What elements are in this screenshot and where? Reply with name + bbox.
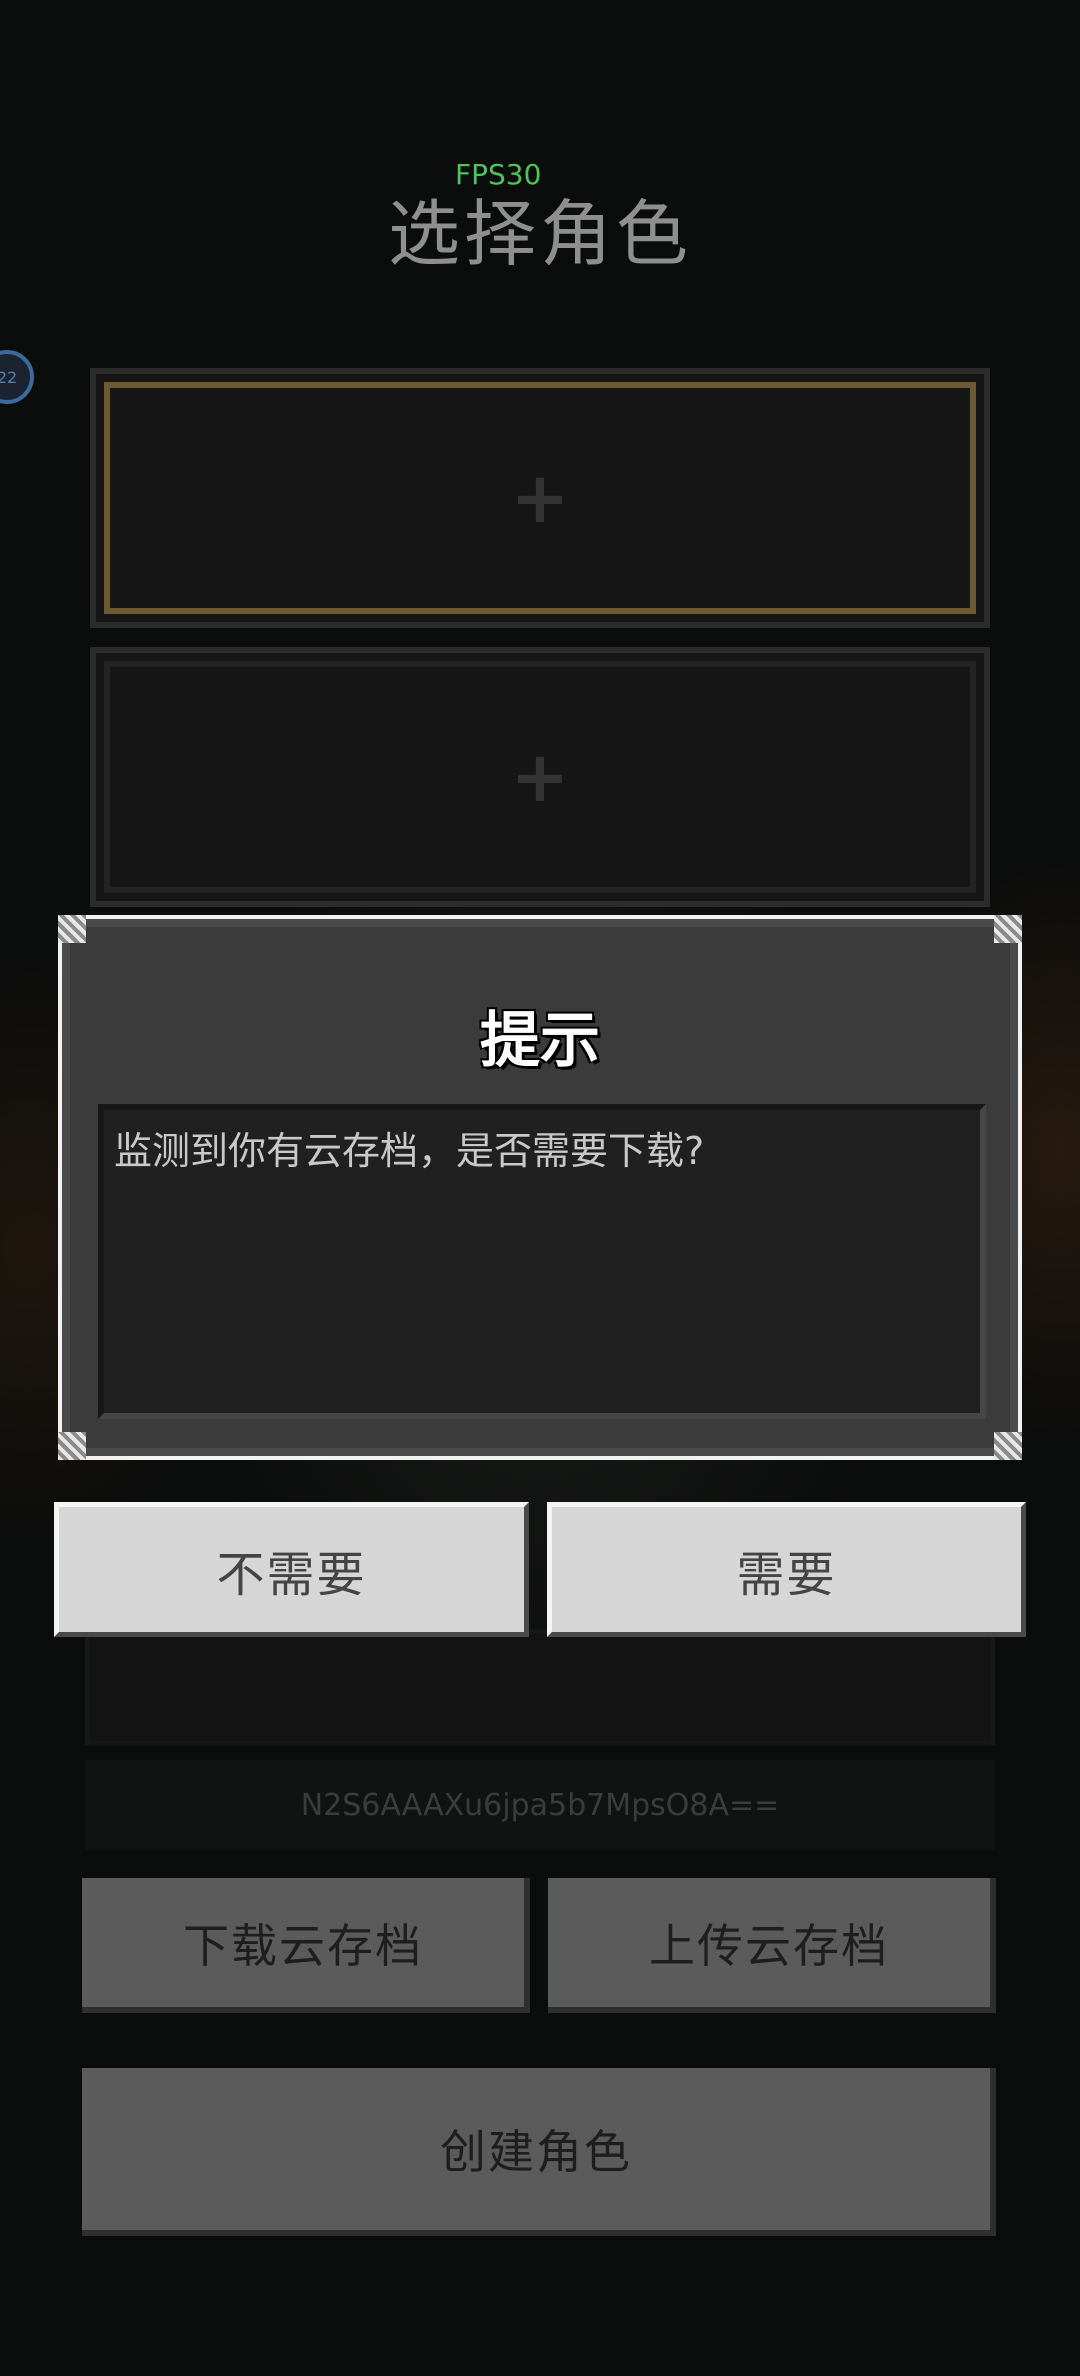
confirm-button[interactable]: 需要 [547,1502,1026,1637]
corner-ornament [58,915,86,943]
device-id: N2S6AAAXu6jpa5b7MpsO8A== [85,1760,995,1850]
corner-ornament [58,1432,86,1460]
corner-ornament [994,915,1022,943]
create-character-button[interactable]: 创建角色 [82,2068,996,2236]
character-slot-frame: + [104,661,976,893]
character-slot-1[interactable]: + [90,368,990,628]
character-slot-4[interactable] [85,1630,995,1745]
corner-ornament [994,1432,1022,1460]
download-cloud-save-button[interactable]: 下载云存档 [82,1878,530,2013]
plus-icon: + [510,736,570,818]
dialog-message-box: 监测到你有云存档，是否需要下载? [98,1104,986,1419]
dialog-message: 监测到你有云存档，是否需要下载? [114,1129,705,1173]
page-title: 选择角色 [387,192,692,276]
plus-icon: + [510,457,570,539]
upload-cloud-save-button[interactable]: 上传云存档 [548,1878,996,2013]
character-slot-2[interactable]: + [90,647,990,907]
decline-button[interactable]: 不需要 [54,1502,529,1637]
prompt-dialog: 提示 监测到你有云存档，是否需要下载? [58,915,1022,1460]
character-slot-frame: + [104,382,976,614]
dialog-title: 提示 [480,1006,600,1076]
